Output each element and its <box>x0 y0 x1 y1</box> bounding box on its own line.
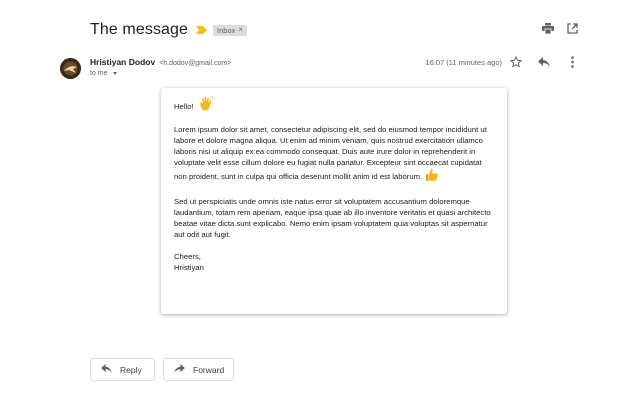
reply-button[interactable]: Reply <box>90 358 155 381</box>
paragraph-1-text: Lorem ipsum dolor sit amet, consectetur … <box>174 125 487 181</box>
print-icon[interactable] <box>542 22 554 34</box>
reply-button-label: Reply <box>120 364 142 375</box>
sender-line: Hristiyan Dodov <h.dodov@gmail.com> <box>90 57 231 67</box>
importance-marker-icon[interactable] <box>196 26 208 34</box>
sender-email: <h.dodov@gmail.com> <box>159 60 232 67</box>
reply-forward-bar: Reply Forward <box>90 358 234 381</box>
recipient-details-toggle[interactable]: to me <box>90 70 117 77</box>
subject-row: The message Inbox × <box>90 20 248 40</box>
forward-icon <box>174 364 185 375</box>
signature: Hristiyan <box>174 263 204 272</box>
reply-icon[interactable] <box>538 56 550 68</box>
greeting-text: Hello! <box>174 101 194 111</box>
more-vert-icon[interactable] <box>566 56 578 68</box>
message-timestamp: 16:07 (11 minutes ago) <box>425 58 502 67</box>
waving-hand-emoji <box>198 95 214 117</box>
message-body-card: Hello! Lorem ipsum dolor sit amet, conse… <box>161 88 507 314</box>
sign-off: Cheers, <box>174 252 201 261</box>
label-chip-text: Inbox <box>217 25 236 35</box>
sender-name[interactable]: Hristiyan Dodov <box>90 57 155 67</box>
forward-button-label: Forward <box>193 364 225 375</box>
body-paragraph-1: Lorem ipsum dolor sit amet, consectetur … <box>174 124 494 185</box>
thread-actions <box>542 22 578 34</box>
greeting-line: Hello! <box>174 95 494 117</box>
star-icon[interactable] <box>510 56 522 68</box>
avatar[interactable] <box>60 58 81 79</box>
body-paragraph-2: Sed ut perspiciatis unde omnis iste natu… <box>174 197 491 239</box>
close-icon[interactable]: × <box>238 26 243 34</box>
thumbs-up-emoji <box>425 168 439 185</box>
recipient-text: to me <box>90 70 108 77</box>
message-actions <box>510 56 578 68</box>
reply-icon <box>101 364 112 375</box>
label-chip-inbox[interactable]: Inbox × <box>213 24 248 36</box>
open-in-new-icon[interactable] <box>566 22 578 34</box>
email-subject: The message <box>90 21 189 38</box>
chevron-down-icon[interactable] <box>112 72 117 75</box>
forward-button[interactable]: Forward <box>163 358 234 381</box>
